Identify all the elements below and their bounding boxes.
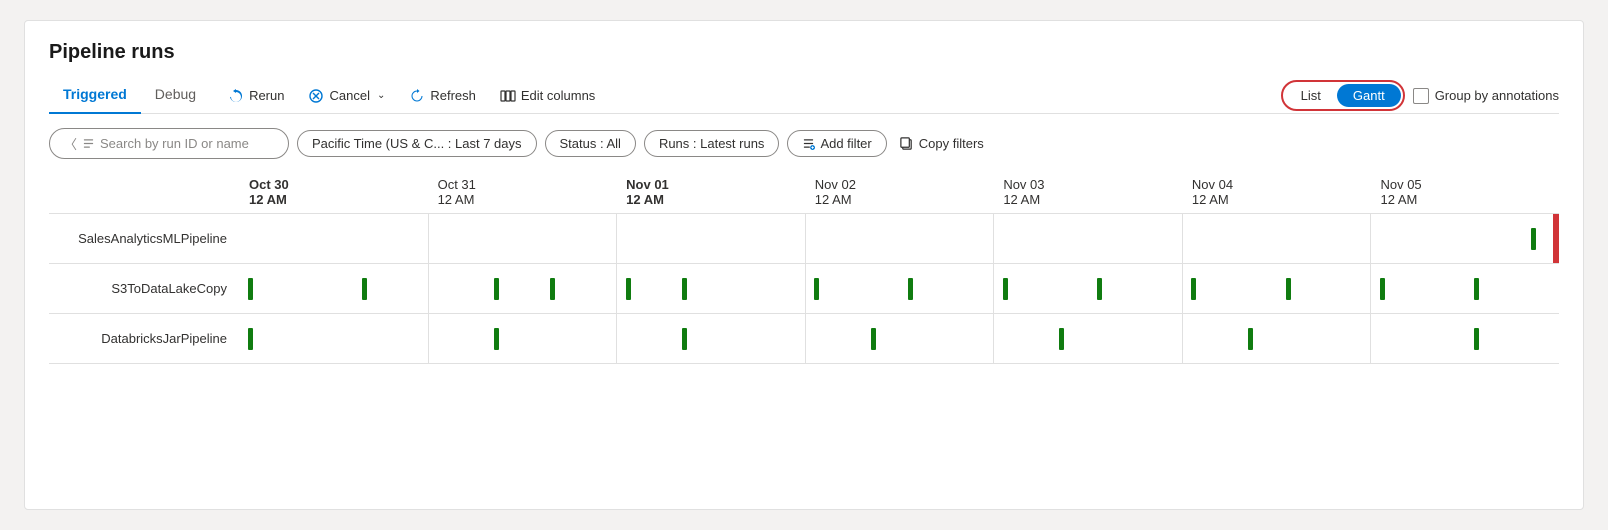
gantt-bar-1-0 — [248, 278, 253, 300]
gantt-grid-line — [1182, 264, 1183, 313]
list-view-button[interactable]: List — [1285, 84, 1337, 107]
gantt-row-chart-1 — [239, 264, 1559, 313]
toolbar-actions: Rerun Cancel ⌄ Refresh — [218, 82, 1281, 110]
group-by-checkbox[interactable] — [1413, 88, 1429, 104]
gantt-grid-line — [616, 264, 617, 313]
gantt-col-header-2: Nov 0112 AM — [616, 177, 805, 207]
gantt-bar-2-3 — [871, 328, 876, 350]
gantt-row-row3: DatabricksJarPipeline — [49, 314, 1559, 364]
cancel-caret: ⌄ — [377, 90, 385, 101]
refresh-icon — [409, 88, 425, 104]
gantt-bar-1-4 — [626, 278, 631, 300]
copy-filters-label: Copy filters — [919, 136, 984, 151]
gantt-row-chart-2 — [239, 314, 1559, 363]
gantt-col-header-1: Oct 3112 AM — [428, 177, 617, 207]
rerun-button[interactable]: Rerun — [218, 82, 294, 110]
add-filter-label: Add filter — [820, 136, 871, 151]
gantt-bar-1-1 — [362, 278, 367, 300]
gantt-grid-line — [616, 214, 617, 263]
gantt-bar-2-6 — [1474, 328, 1479, 350]
toolbar: Triggered Debug Rerun Cancel ⌄ — [49, 78, 1559, 114]
gantt-grid-line — [1370, 314, 1371, 363]
gantt-bar-1-2 — [494, 278, 499, 300]
gantt-bar-2-1 — [494, 328, 499, 350]
gantt-grid-line — [616, 314, 617, 363]
gantt-grid-line — [805, 314, 806, 363]
add-filter-icon — [802, 137, 815, 150]
gantt-grid-line — [993, 314, 994, 363]
filter-icon: 〈 — [64, 134, 77, 153]
gantt-row-row1: SalesAnalyticsMLPipeline — [49, 214, 1559, 264]
gantt-red-indicator — [1553, 214, 1559, 263]
gantt-col-header-5: Nov 0412 AM — [1182, 177, 1371, 207]
gantt-grid-line — [1182, 314, 1183, 363]
gantt-bar-1-11 — [1286, 278, 1291, 300]
gantt-grid-line — [428, 314, 429, 363]
status-label: Status : All — [560, 136, 621, 151]
gantt-bar-1-5 — [682, 278, 687, 300]
search-filter-icon — [82, 137, 95, 150]
gantt-bar-2-4 — [1059, 328, 1064, 350]
gantt-bar-1-6 — [814, 278, 819, 300]
pipeline-runs-container: Pipeline runs Triggered Debug Rerun Canc… — [24, 20, 1584, 510]
time-range-label: Pacific Time (US & C... : Last 7 days — [312, 136, 522, 151]
status-filter[interactable]: Status : All — [545, 130, 636, 157]
gantt-bar-0-0 — [1531, 228, 1536, 250]
tab-triggered[interactable]: Triggered — [49, 78, 141, 114]
gantt-bar-2-5 — [1248, 328, 1253, 350]
gantt-rows: SalesAnalyticsMLPipeline S3ToDataLakeCopy… — [49, 213, 1559, 364]
gantt-grid-line — [1370, 264, 1371, 313]
columns-icon — [500, 88, 516, 104]
copy-icon — [899, 136, 914, 151]
gantt-view-button[interactable]: Gantt — [1337, 84, 1401, 107]
gantt-bar-2-2 — [682, 328, 687, 350]
rerun-icon — [228, 88, 244, 104]
view-toggle-wrapper: List Gantt Group by annotations — [1281, 80, 1559, 111]
gantt-row-chart-0 — [239, 214, 1559, 263]
gantt-grid-line — [805, 264, 806, 313]
refresh-button[interactable]: Refresh — [399, 82, 486, 110]
runs-filter[interactable]: Runs : Latest runs — [644, 130, 780, 157]
gantt-row-row2: S3ToDataLakeCopy — [49, 264, 1559, 314]
cancel-button[interactable]: Cancel ⌄ — [298, 82, 395, 110]
gantt-header: Oct 3012 AMOct 3112 AMNov 0112 AMNov 021… — [239, 177, 1559, 207]
gantt-col-header-6: Nov 0512 AM — [1370, 177, 1559, 207]
gantt-grid-line — [428, 214, 429, 263]
page-title: Pipeline runs — [49, 41, 1559, 64]
group-by-label: Group by annotations — [1435, 88, 1559, 103]
view-toggle: List Gantt — [1281, 80, 1405, 111]
gantt-bar-1-9 — [1097, 278, 1102, 300]
gantt-grid-line — [993, 264, 994, 313]
gantt-bar-2-0 — [248, 328, 253, 350]
edit-columns-button[interactable]: Edit columns — [490, 82, 605, 110]
search-filter[interactable]: 〈 Search by run ID or name — [49, 128, 289, 159]
gantt-chart: Oct 3012 AMOct 3112 AMNov 0112 AMNov 021… — [49, 177, 1559, 364]
time-range-filter[interactable]: Pacific Time (US & C... : Last 7 days — [297, 130, 537, 157]
gantt-col-header-0: Oct 3012 AM — [239, 177, 428, 207]
filter-bar: 〈 Search by run ID or name Pacific Time … — [49, 128, 1559, 159]
gantt-bar-1-13 — [1474, 278, 1479, 300]
search-placeholder: Search by run ID or name — [100, 136, 249, 151]
gantt-grid-line — [805, 214, 806, 263]
gantt-grid-line — [1182, 214, 1183, 263]
gantt-row-label-2: DatabricksJarPipeline — [49, 331, 239, 346]
gantt-bar-1-12 — [1380, 278, 1385, 300]
gantt-row-label-0: SalesAnalyticsMLPipeline — [49, 231, 239, 246]
gantt-col-header-4: Nov 0312 AM — [993, 177, 1182, 207]
gantt-grid-line — [428, 264, 429, 313]
gantt-bar-1-10 — [1191, 278, 1196, 300]
group-by-annotations: Group by annotations — [1413, 88, 1559, 104]
gantt-bar-1-8 — [1003, 278, 1008, 300]
gantt-grid-line — [1370, 214, 1371, 263]
gantt-bar-1-7 — [908, 278, 913, 300]
cancel-icon — [308, 88, 324, 104]
copy-filters-button[interactable]: Copy filters — [899, 136, 984, 151]
add-filter-button[interactable]: Add filter — [787, 130, 886, 157]
gantt-row-label-1: S3ToDataLakeCopy — [49, 281, 239, 296]
gantt-grid-line — [993, 214, 994, 263]
runs-label: Runs : Latest runs — [659, 136, 765, 151]
gantt-bar-1-3 — [550, 278, 555, 300]
tab-debug[interactable]: Debug — [141, 78, 210, 114]
gantt-col-header-3: Nov 0212 AM — [805, 177, 994, 207]
